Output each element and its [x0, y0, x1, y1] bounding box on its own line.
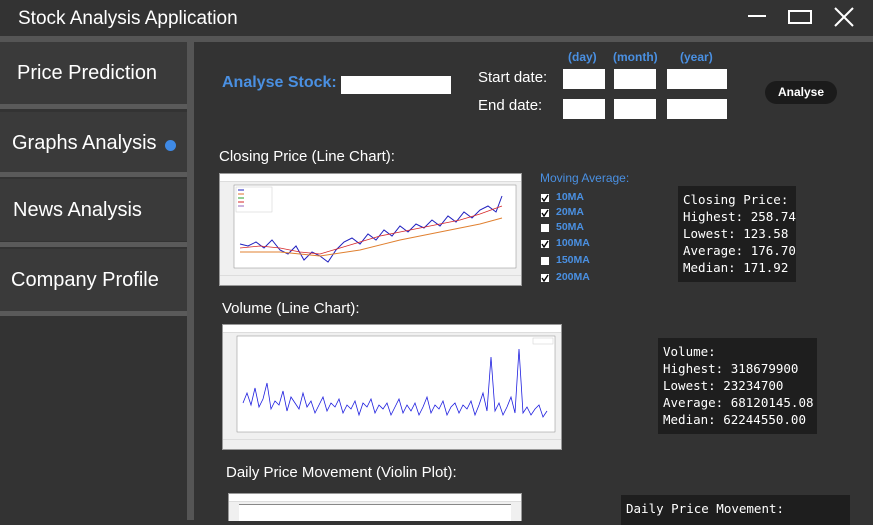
end-month-input[interactable] — [614, 99, 656, 119]
sidebar-item-news-analysis[interactable]: News Analysis — [0, 179, 187, 241]
sidebar: Price Prediction Graphs Analysis News An… — [0, 42, 187, 520]
sidebar-divider — [0, 311, 187, 316]
start-year-input[interactable] — [667, 69, 727, 89]
sidebar-vertical-divider — [187, 42, 194, 520]
volume-title: Volume (Line Chart): — [222, 300, 360, 317]
moving-average-title: Moving Average: — [540, 171, 630, 185]
close-icon[interactable] — [830, 5, 858, 29]
checkbox-checked-icon[interactable] — [541, 209, 549, 217]
sidebar-item-label: Company Profile — [11, 269, 159, 291]
closing-price-chart-window — [219, 173, 522, 286]
stock-input[interactable] — [341, 76, 451, 94]
ma-label: 200MA — [556, 271, 590, 283]
analyse-stock-label: Analyse Stock: — [222, 74, 337, 91]
volume-chart — [236, 335, 556, 433]
violin-plot-title: Daily Price Movement (Violin Plot): — [226, 464, 457, 481]
start-day-input[interactable] — [563, 69, 605, 89]
sidebar-divider — [0, 104, 187, 109]
sidebar-item-price-prediction[interactable]: Price Prediction — [0, 42, 187, 104]
month-column-label: (month) — [613, 50, 658, 64]
plot-toolbar[interactable] — [223, 439, 561, 449]
year-column-label: (year) — [680, 50, 713, 64]
plot-window-titlebar — [220, 174, 521, 182]
end-date-label: End date: — [478, 97, 543, 114]
closing-price-stats: Closing Price: Highest: 258.74 Lowest: 1… — [678, 186, 796, 282]
closing-price-chart — [233, 184, 517, 269]
day-column-label: (day) — [568, 50, 597, 64]
title-bar: Stock Analysis Application — [0, 0, 873, 36]
start-date-label: Start date: — [478, 69, 548, 86]
sidebar-divider — [0, 242, 187, 247]
violin-plot-canvas — [239, 504, 511, 521]
checkbox-unchecked-icon[interactable] — [541, 257, 549, 265]
end-year-input[interactable] — [667, 99, 727, 119]
violin-plot-window — [228, 493, 522, 521]
checkbox-unchecked-icon[interactable] — [541, 224, 549, 232]
sidebar-item-label: News Analysis — [13, 199, 142, 221]
minimize-icon[interactable] — [743, 5, 771, 29]
end-day-input[interactable] — [563, 99, 605, 119]
ma-label: 50MA — [556, 221, 585, 233]
checkbox-checked-icon[interactable] — [541, 274, 549, 282]
active-indicator-icon — [165, 140, 176, 151]
ma-label: 20MA — [556, 206, 585, 218]
chart-legend — [532, 337, 554, 345]
plot-toolbar[interactable] — [220, 275, 521, 285]
volume-stats: Volume: Highest: 318679900 Lowest: 23234… — [658, 338, 817, 434]
sidebar-item-company-profile[interactable]: Company Profile — [0, 249, 187, 311]
sidebar-item-label: Price Prediction — [17, 62, 158, 84]
plot-window-titlebar — [223, 325, 561, 333]
app-title: Stock Analysis Application — [18, 8, 238, 29]
maximize-icon[interactable] — [786, 5, 814, 29]
checkbox-checked-icon[interactable] — [541, 240, 549, 248]
daily-price-movement-stats: Daily Price Movement: — [621, 495, 850, 525]
sidebar-item-graphs-analysis[interactable]: Graphs Analysis — [0, 112, 187, 174]
ma-label: 150MA — [556, 254, 590, 266]
volume-chart-window — [222, 324, 562, 450]
chart-legend — [235, 186, 273, 213]
start-month-input[interactable] — [614, 69, 656, 89]
ma-label: 10MA — [556, 191, 585, 203]
plot-window-titlebar — [229, 494, 521, 502]
analyse-button[interactable]: Analyse — [765, 81, 837, 104]
closing-price-title: Closing Price (Line Chart): — [219, 148, 395, 165]
sidebar-divider — [0, 172, 187, 177]
checkbox-checked-icon[interactable] — [541, 194, 549, 202]
ma-label: 100MA — [556, 237, 590, 249]
